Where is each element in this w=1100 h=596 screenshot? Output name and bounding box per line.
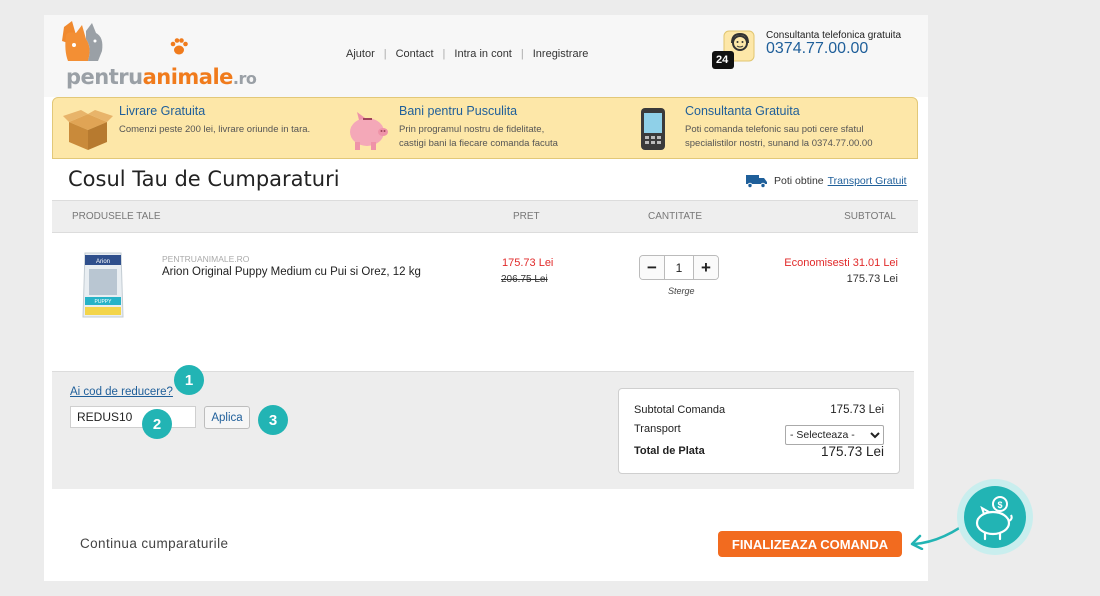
- nav-contact[interactable]: Contact: [396, 48, 434, 60]
- coupon-code-link[interactable]: Ai cod de reducere?: [70, 386, 173, 398]
- continue-shopping-link[interactable]: Continua cumparaturile: [80, 536, 228, 551]
- truck-icon: [746, 175, 767, 188]
- benefit-title: Bani pentru Pusculita: [399, 104, 518, 118]
- price-original: 206.75 Lei: [501, 274, 548, 285]
- col-products: PRODUSELE TALE: [72, 211, 161, 222]
- price-current: 175.73 Lei: [502, 257, 554, 269]
- transport-label: Transport: [634, 423, 681, 435]
- product-brand: PENTRUANIMALE.RO: [162, 254, 250, 264]
- package-brand: Arion: [96, 259, 110, 265]
- subtotal-label: Subtotal Comanda: [634, 404, 726, 416]
- increase-quantity-button[interactable]: +: [694, 256, 718, 279]
- nav-separator: |: [383, 48, 387, 60]
- subtotal-value: 175.73 Lei: [830, 404, 884, 416]
- free-transport-note: Poti obtine Transport Gratuit: [746, 174, 907, 188]
- page-title: Cosul Tau de Cumparaturi: [68, 167, 340, 191]
- quantity-stepper: − 1 +: [639, 255, 719, 280]
- box-icon: [63, 110, 113, 150]
- coupon-code-input[interactable]: [70, 406, 196, 428]
- step-badge-1: 1: [174, 365, 204, 395]
- mobile-phone-icon: [641, 108, 665, 150]
- nav-help[interactable]: Ajutor: [346, 48, 375, 60]
- support-24-badge: 24: [716, 54, 729, 66]
- col-subtotal: SUBTOTAL: [844, 211, 896, 222]
- site-header: pentruanimale.ro Ajutor | Contact | Intr…: [44, 15, 928, 97]
- order-summary: Subtotal Comanda 175.73 Lei Transport - …: [618, 388, 900, 474]
- logo-part-3: .ro: [232, 69, 257, 88]
- nav-separator: |: [442, 48, 446, 60]
- transport-text: Poti obtine: [774, 175, 824, 187]
- logo-wordmark: pentruanimale.ro: [66, 65, 257, 89]
- remove-item-link[interactable]: Sterge: [668, 286, 695, 296]
- svg-text:$: $: [997, 500, 1002, 510]
- decrease-quantity-button[interactable]: −: [640, 256, 664, 279]
- phone-number[interactable]: 0374.77.00.00: [766, 40, 868, 58]
- paw-icon: [170, 38, 188, 55]
- benefits-banner: Livrare Gratuita Comenzi peste 200 lei, …: [52, 97, 918, 159]
- nav-register[interactable]: Inregistrare: [533, 48, 589, 60]
- apply-coupon-button[interactable]: Aplica: [204, 406, 250, 429]
- logo-part-2: animale: [142, 65, 234, 89]
- quantity-value[interactable]: 1: [664, 256, 694, 279]
- benefit-text: Poti comanda telefonic sau poti cere sfa…: [685, 123, 872, 151]
- benefit-title: Consultanta Gratuita: [685, 104, 800, 118]
- top-nav: Ajutor | Contact | Intra in cont | Inreg…: [346, 48, 588, 60]
- transport-select[interactable]: - Selecteaza -: [785, 425, 884, 445]
- savings-text: Economisesti 31.01 Lei: [784, 257, 898, 269]
- free-transport-link[interactable]: Transport Gratuit: [828, 175, 907, 187]
- cart-page: pentruanimale.ro Ajutor | Contact | Intr…: [44, 15, 928, 581]
- benefit-line: castigi bani la fiecare comanda facuta: [399, 138, 558, 149]
- step-badge-3: 3: [258, 405, 288, 435]
- product-image[interactable]: Arion PUPPY: [77, 249, 129, 321]
- benefit-title: Livrare Gratuita: [119, 104, 206, 118]
- benefit-line: Poti comanda telefonic sau poti cere sfa…: [685, 124, 864, 135]
- item-subtotal: 175.73 Lei: [846, 273, 898, 285]
- nav-login[interactable]: Intra in cont: [454, 48, 511, 60]
- package-label: PUPPY: [95, 299, 113, 305]
- site-logo[interactable]: pentruanimale.ro: [62, 21, 282, 89]
- benefit-text: Prin programul nostru de fidelitate, cast…: [399, 123, 558, 151]
- logo-part-1: pentru: [66, 65, 143, 89]
- col-price: PRET: [513, 211, 540, 222]
- cat-dog-logo-icon: [62, 21, 103, 61]
- benefit-text: Comenzi peste 200 lei, livrare oriunde i…: [119, 124, 311, 135]
- benefit-line: specialistilor nostri, sunand la 0374.77…: [685, 138, 873, 149]
- nav-separator: |: [520, 48, 524, 60]
- piggy-bank-icon: [350, 112, 388, 150]
- total-label: Total de Plata: [634, 445, 705, 457]
- benefit-line: Prin programul nostru de fidelitate,: [399, 124, 545, 135]
- total-value: 175.73 Lei: [820, 444, 884, 459]
- product-name[interactable]: Arion Original Puppy Medium cu Pui si Or…: [162, 266, 421, 278]
- cart-table-header: PRODUSELE TALE PRET CANTITATE SUBTOTAL: [52, 200, 918, 233]
- col-quantity: CANTITATE: [648, 211, 703, 222]
- step-badge-2: 2: [142, 409, 172, 439]
- piggy-bank-badge-icon: $: [957, 479, 1033, 555]
- finalize-order-button[interactable]: FINALIZEAZA COMANDA: [718, 531, 902, 557]
